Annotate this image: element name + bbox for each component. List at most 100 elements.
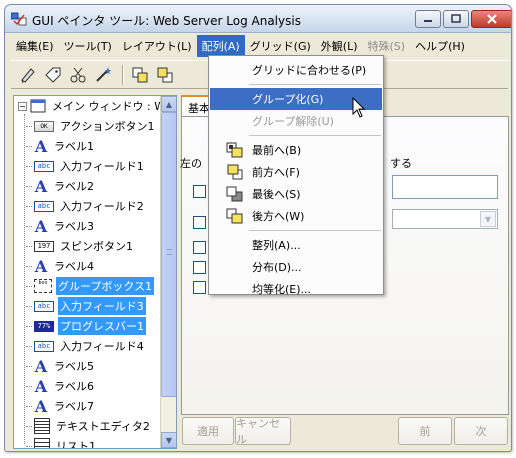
menu-tools[interactable]: ツール(T) — [59, 35, 117, 57]
tree-item[interactable]: box グループボックス1 — [26, 276, 155, 296]
bring-to-front-icon — [226, 142, 243, 158]
pointer-tool-icon — [21, 67, 35, 83]
menu-special[interactable]: 特殊(S) — [363, 35, 411, 57]
tree-item[interactable]: A ラベル3 — [26, 216, 96, 236]
send-backward-icon — [226, 208, 243, 224]
menu-layout[interactable]: レイアウト(L) — [117, 35, 197, 57]
tree-item[interactable]: A ラベル1 — [26, 136, 96, 156]
menu-item[interactable]: 分布(D)... — [210, 256, 382, 278]
tree-item[interactable]: abc 入力フィールド2 — [26, 196, 146, 216]
input-field-icon: abc — [34, 300, 54, 312]
tree-item-label: ラベル6 — [54, 380, 94, 393]
tree-item[interactable]: abc 入力フィールド3 — [26, 296, 146, 316]
send-to-back-icon — [226, 186, 243, 202]
tree-branch — [26, 405, 32, 407]
apply-button[interactable]: 適用 — [182, 417, 234, 445]
checkbox-4[interactable] — [193, 261, 206, 274]
scroll-up-button[interactable]: ▲ — [161, 96, 176, 112]
tree-branch — [26, 305, 32, 307]
scroll-down-button[interactable]: ▼ — [161, 432, 176, 448]
tree-item[interactable]: 197 スピンボタン1 — [26, 236, 135, 256]
bring-forward-button[interactable] — [154, 64, 176, 86]
wand-tool-icon — [96, 66, 111, 82]
tree-branch — [26, 265, 32, 267]
scroll-thumb[interactable] — [161, 112, 176, 397]
menu-item-label: グループ解除(U) — [252, 115, 334, 128]
menu-item[interactable]: グリッドに合わせる(P) — [210, 59, 382, 81]
menu-item[interactable]: 均等化(E)... — [210, 278, 382, 300]
checkbox-3[interactable] — [193, 241, 206, 254]
tree-item-label: プログレスバー1 — [58, 317, 146, 335]
tree-branch — [26, 425, 32, 427]
menu-item[interactable]: 最後へ(S) — [210, 183, 382, 205]
tree-item[interactable]: abc 入力フィールド4 — [26, 336, 146, 356]
tree-branch — [26, 385, 32, 387]
tree-root[interactable]: − メイン ウィンドウ : W — [18, 96, 167, 116]
tag-tool-button[interactable] — [42, 64, 64, 86]
maximize-icon — [451, 14, 461, 23]
group-box-icon: box — [34, 279, 52, 293]
tree-item[interactable]: A ラベル7 — [26, 396, 96, 416]
component-tree[interactable]: − メイン ウィンドウ : W OK アクションボタン1 A ラベル1 abc 入力フィー… — [13, 95, 177, 449]
spin-button-icon: 197 — [34, 240, 54, 252]
close-button[interactable] — [471, 10, 511, 28]
menu-help[interactable]: ヘルプ(H) — [410, 35, 470, 57]
cancel-button[interactable]: キャンセル — [235, 417, 291, 446]
tree-item[interactable]: OK アクションボタン1 — [26, 116, 156, 136]
chevron-down-icon: ▼ — [165, 435, 173, 445]
tree-item[interactable]: A ラベル4 — [26, 256, 96, 276]
progress-bar-icon: 77% — [34, 320, 54, 332]
arrange-menu-dropdown: グリッドに合わせる(P) グループ化(G) グループ解除(U) 最前へ(B) 前方へ(F… — [208, 55, 384, 296]
menu-item[interactable]: 前方へ(F) — [210, 161, 382, 183]
tree-item-label: ラベル2 — [54, 180, 94, 193]
menu-grid[interactable]: グリッド(G) — [245, 35, 316, 57]
menu-edit[interactable]: 編集(E) — [11, 35, 59, 57]
title-bar[interactable]: GUI ペインタ ツール: Web Server Log Analysis — [5, 5, 511, 33]
dropdown-select[interactable]: ▼ — [392, 209, 498, 229]
tree-item[interactable]: A ラベル2 — [26, 176, 96, 196]
menu-item[interactable]: 最前へ(B) — [210, 139, 382, 161]
menu-appearance[interactable]: 外観(L) — [316, 35, 363, 57]
tree-item[interactable]: リスト1 — [26, 436, 98, 449]
field-label-left: 左の — [180, 157, 202, 170]
maximize-button[interactable] — [443, 10, 469, 28]
tree-item[interactable]: A ラベル5 — [26, 356, 96, 376]
menu-separator — [249, 84, 381, 85]
prev-button[interactable]: 前 — [398, 417, 452, 445]
mouse-cursor-icon — [352, 97, 366, 118]
checkbox-1[interactable] — [193, 185, 206, 198]
chevron-up-icon: ▲ — [165, 99, 173, 109]
next-button[interactable]: 次 — [454, 417, 508, 445]
tree-branch — [26, 125, 32, 127]
tree-scrollbar[interactable]: ▲ ▼ — [160, 96, 176, 448]
input-field-icon: abc — [34, 200, 54, 212]
tree-item[interactable]: 77% プログレスバー1 — [26, 316, 146, 336]
tree-item[interactable]: A ラベル6 — [26, 376, 96, 396]
bring-front-button[interactable] — [129, 64, 151, 86]
cut-tool-button[interactable] — [67, 64, 89, 86]
collapse-icon[interactable]: − — [18, 101, 27, 111]
tree-item-label: ラベル7 — [54, 400, 94, 413]
combo-arrow[interactable]: ▼ — [480, 211, 496, 227]
tree-item[interactable]: テキストエディタ2 — [26, 416, 152, 436]
checkbox-2[interactable] — [193, 216, 206, 229]
menu-item[interactable]: 整列(A)... — [210, 234, 382, 256]
text-input[interactable] — [392, 175, 498, 199]
minimize-button[interactable] — [415, 10, 441, 28]
text-editor-icon — [34, 418, 50, 434]
close-icon — [487, 14, 497, 24]
wand-tool-button[interactable] — [92, 64, 114, 86]
menu-item[interactable]: 後方へ(W) — [210, 205, 382, 227]
tree-branch — [26, 145, 32, 147]
checkbox-5[interactable] — [193, 281, 206, 294]
menu-item-label: 分布(D)... — [252, 261, 302, 274]
bring-forward-icon — [157, 67, 173, 82]
tree-item-label: リスト1 — [56, 440, 96, 449]
tree-root-label: メイン ウィンドウ : W — [52, 100, 166, 113]
pointer-tool-button[interactable] — [17, 64, 39, 86]
list-icon — [34, 438, 50, 448]
tree-item[interactable]: abc 入力フィールド1 — [26, 156, 146, 176]
tree-item-label: スピンボタン1 — [60, 240, 133, 253]
menu-arrange[interactable]: 配列(A) — [196, 34, 245, 57]
menu-item-label: 整列(A)... — [252, 239, 301, 252]
